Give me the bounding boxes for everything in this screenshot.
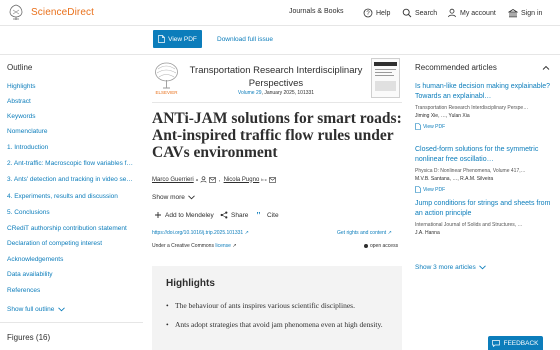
outline-item[interactable]: Keywords <box>7 113 140 120</box>
outline-item[interactable]: 2. Ant-traffic: Macroscopic flow variabl… <box>7 160 140 167</box>
add-to-mendeley-button[interactable]: Add to Mendeley <box>154 211 214 219</box>
outline-item[interactable]: Abstract <box>7 98 140 105</box>
recommended-title-link[interactable]: Is human-like decision making explainabl… <box>415 82 551 102</box>
figures-heading[interactable]: Figures (16) <box>7 333 50 342</box>
author-link[interactable]: Marco Guerrieri <box>152 177 194 183</box>
open-access-badge: open access <box>364 243 398 249</box>
chevron-down-icon <box>478 265 486 270</box>
recommended-title-link[interactable]: Closed-form solutions for the symmetric … <box>415 145 551 165</box>
recommended-source: Transportation Research Interdisciplinar… <box>415 105 529 111</box>
recommended-article: Is human-like decision making explainabl… <box>415 82 551 130</box>
show-more-articles-button[interactable]: Show 3 more articles <box>415 264 486 271</box>
author-link[interactable]: Nicola Pugno <box>224 177 260 183</box>
pdf-file-icon <box>158 35 165 43</box>
outline-item[interactable]: References <box>7 287 140 294</box>
person-icon[interactable] <box>200 176 207 183</box>
show-full-outline-button[interactable]: Show full outline <box>7 306 66 313</box>
help-icon: ? <box>363 8 373 18</box>
outline-item[interactable]: Highlights <box>7 83 140 90</box>
cite-button[interactable]: " Cite <box>256 211 279 219</box>
outline-item[interactable]: Acknowledgements <box>7 256 140 263</box>
journal-cover-thumbnail[interactable] <box>371 58 400 98</box>
get-rights-link[interactable]: Get rights and content ↗ <box>337 230 392 236</box>
elsevier-tree-logo: ELSEVIER <box>152 60 181 96</box>
outline-item[interactable]: 4. Experiments, results and discussion <box>7 193 140 200</box>
journal-title[interactable]: Transportation Research Interdisciplinar… <box>186 64 366 90</box>
outline-panel: Outline Highlights Abstract Keywords Nom… <box>0 55 143 350</box>
highlights-list: The behaviour of ants inspires various s… <box>166 300 394 338</box>
chevron-up-icon[interactable] <box>542 64 550 72</box>
nav-my-account[interactable]: My account <box>447 8 496 18</box>
license-link[interactable]: license <box>215 243 231 249</box>
recommended-authors: J.A. Hanna <box>415 230 440 236</box>
nav-search[interactable]: Search <box>402 8 437 18</box>
journal-cover-image <box>374 62 397 91</box>
pdf-file-icon <box>415 123 421 130</box>
pdf-file-icon <box>415 186 421 193</box>
plus-icon <box>155 212 161 218</box>
share-icon <box>220 211 228 219</box>
view-pdf-button[interactable]: View PDF <box>153 30 202 48</box>
highlights-heading: Highlights <box>166 278 215 289</box>
outline-item[interactable]: Nomenclature <box>7 128 140 135</box>
recommended-authors: Jiming Xie, …, Yulan Xia <box>415 113 470 119</box>
outline-heading: Outline <box>7 63 33 72</box>
license-statement: Under a Creative Commons license ↗ <box>152 243 237 249</box>
recommended-view-pdf[interactable]: View PDF <box>415 186 551 193</box>
highlights-section: Highlights The behaviour of ants inspire… <box>152 266 402 350</box>
show-more-button[interactable]: Show more <box>152 194 195 201</box>
recommended-articles-panel: Recommended articles Is human-like decis… <box>407 55 560 350</box>
outline-item[interactable]: Declaration of competing interest <box>7 240 140 247</box>
chevron-down-icon <box>58 307 66 312</box>
chevron-down-icon <box>188 195 195 200</box>
recommended-title-link[interactable]: Jump conditions for strings and sheets f… <box>415 199 551 219</box>
article-toolbar: View PDF Download full issue <box>0 27 560 55</box>
highlight-item: The behaviour of ants inspires various s… <box>166 300 394 311</box>
recommended-source: Physica D: Nonlinear Phenomena, Volume 4… <box>415 168 526 174</box>
svg-text:ELSEVIER: ELSEVIER <box>155 90 178 95</box>
share-button[interactable]: Share <box>220 211 248 219</box>
doi-link[interactable]: https://doi.org/10.1016/j.trip.2025.1013… <box>152 230 249 236</box>
recommended-article: Jump conditions for strings and sheets f… <box>415 199 551 236</box>
outline-item[interactable]: CRediT authorship contribution statement <box>7 225 140 232</box>
nav-journals-books[interactable]: Journals & Books <box>289 8 343 15</box>
user-icon <box>448 8 456 18</box>
open-access-icon <box>364 244 368 248</box>
email-icon[interactable] <box>268 176 276 183</box>
authors-list: Marco Guerrieri a , Nicola Pugno b c <box>152 176 276 183</box>
highlight-item: Ants adopt strategies that avoid jam phe… <box>166 319 394 330</box>
quote-icon: " <box>256 211 261 219</box>
recommended-view-pdf[interactable]: View PDF <box>415 123 551 130</box>
download-full-issue-link[interactable]: Download full issue <box>217 36 273 43</box>
recommended-authors: M.V.B. Santana, …, R.A.M. Silveira <box>415 176 494 182</box>
brand-name[interactable]: ScienceDirect <box>31 7 94 18</box>
elsevier-logo-icon[interactable] <box>6 3 26 21</box>
svg-text:": " <box>256 211 261 219</box>
institution-icon <box>508 9 518 18</box>
chat-bubble-icon <box>492 339 501 347</box>
email-icon[interactable] <box>209 176 216 183</box>
outline-item[interactable]: 5. Conclusions <box>7 209 140 216</box>
svg-text:?: ? <box>366 11 370 17</box>
top-header: ScienceDirect Journals & Books ? Help Se… <box>0 0 560 26</box>
volume-link[interactable]: Volume 29 <box>238 90 262 96</box>
article-title: ANTi-JAM solutions for smart roads: Ant-… <box>152 110 402 161</box>
outline-divider <box>0 322 143 323</box>
recommended-source: International Journal of Solids and Stru… <box>415 222 523 228</box>
recommended-article: Closed-form solutions for the symmetric … <box>415 145 551 193</box>
outline-item[interactable]: 1. Introduction <box>7 144 140 151</box>
nav-help[interactable]: ? Help <box>363 8 390 18</box>
recommended-heading: Recommended articles <box>415 63 497 72</box>
journal-volume-meta: Volume 29, January 2025, 101331 <box>237 90 315 96</box>
search-icon <box>402 8 412 18</box>
journal-header-rule <box>152 102 402 103</box>
outline-item[interactable]: 3. Ants' detection and tracking in video… <box>7 176 140 183</box>
feedback-button[interactable]: FEEDBACK <box>488 336 543 350</box>
nav-sign-in[interactable]: Sign in <box>508 8 542 18</box>
outline-item[interactable]: Data availability <box>7 271 140 278</box>
